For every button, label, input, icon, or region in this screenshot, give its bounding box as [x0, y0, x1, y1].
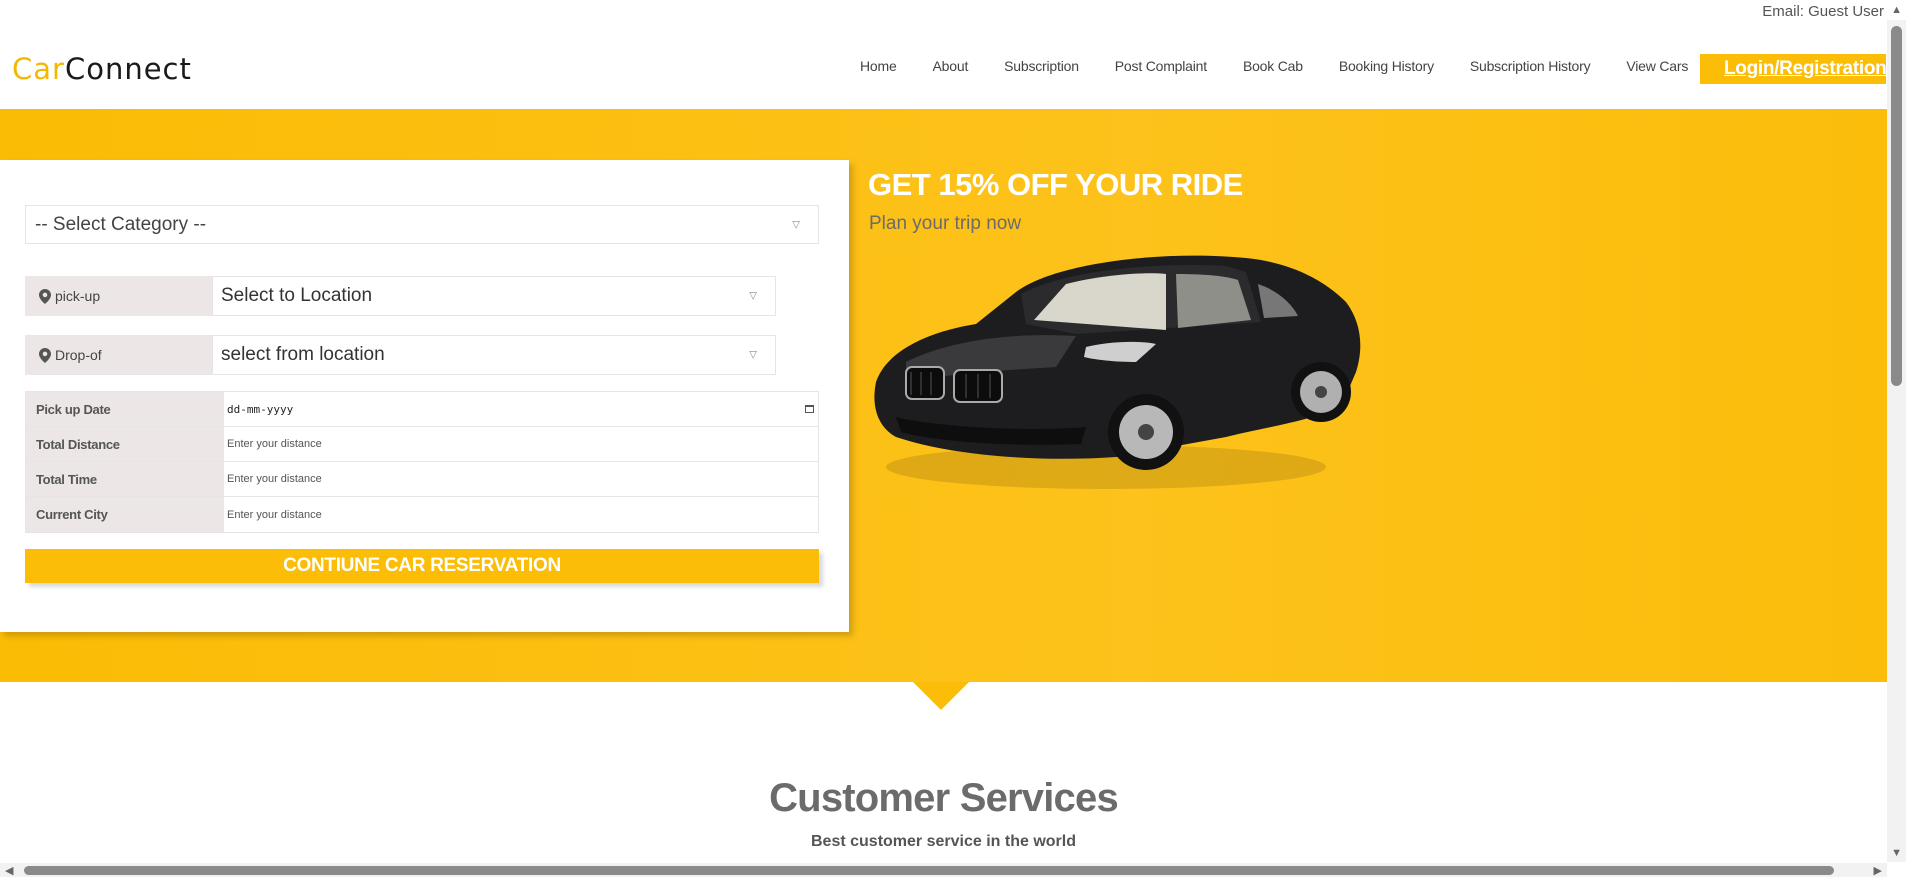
scroll-left-arrow-icon[interactable]: ◀ [5, 864, 13, 877]
map-pin-icon [39, 347, 51, 363]
dropoff-label: Drop-of [25, 335, 212, 375]
dropoff-label-text: Drop-of [55, 347, 102, 363]
continue-reservation-button[interactable]: CONTIUNE CAR RESERVATION [25, 549, 819, 583]
pickup-date-placeholder: dd-mm-yyyy [227, 402, 294, 416]
pickup-date-row: Pick up Date dd-mm-yyyy [26, 392, 818, 427]
trip-details-table: Pick up Date dd-mm-yyyy Total Distance E… [25, 391, 819, 533]
category-select[interactable]: -- Select Category -- ▽ [25, 205, 819, 244]
current-city-input[interactable]: Enter your distance [224, 497, 818, 532]
map-pin-icon [39, 288, 51, 304]
horizontal-scroll-thumb[interactable] [24, 866, 1834, 875]
main-nav: Home About Subscription Post Complaint B… [860, 58, 1724, 74]
hero-arrow-decoration [913, 682, 969, 710]
total-distance-input[interactable]: Enter your distance [224, 427, 818, 461]
page: Email: Guest User CarConnect Home About … [0, 0, 1906, 877]
current-city-row: Current City Enter your distance [26, 497, 818, 532]
chevron-down-icon: ▽ [792, 219, 800, 230]
nav-book-cab[interactable]: Book Cab [1243, 58, 1303, 74]
chevron-down-icon: ▽ [749, 349, 757, 361]
customer-services-title: Customer Services [769, 776, 1119, 820]
chevron-down-icon: ▽ [749, 290, 757, 302]
horizontal-scrollbar[interactable]: ◀ ▶ [0, 863, 1887, 877]
scroll-up-arrow-icon[interactable]: ▲ [1891, 4, 1902, 16]
vertical-scrollbar[interactable] [1887, 20, 1906, 862]
scroll-down-arrow-icon[interactable]: ▼ [1891, 847, 1902, 859]
vertical-scroll-thumb[interactable] [1891, 26, 1902, 386]
login-registration-button[interactable]: Login/Registration [1700, 54, 1886, 84]
nav-subscription-history[interactable]: Subscription History [1470, 58, 1591, 74]
promo-title: GET 15% OFF YOUR RIDE [868, 167, 1243, 202]
customer-services-subtitle: Best customer service in the world [811, 833, 1076, 850]
reservation-form: -- Select Category -- ▽ pick-up Select t… [0, 160, 849, 632]
pickup-location-value: Select to Location [221, 285, 373, 306]
nav-view-cars[interactable]: View Cars [1626, 58, 1688, 74]
dropoff-row: Drop-of select from location ▽ [25, 335, 776, 375]
car-image [874, 255, 1361, 489]
nav-booking-history[interactable]: Booking History [1339, 58, 1434, 74]
current-city-label: Current City [26, 497, 224, 532]
pickup-date-label: Pick up Date [26, 392, 224, 426]
pickup-location-select[interactable]: Select to Location ▽ [212, 276, 776, 316]
user-email-label: Email: Guest User [1762, 3, 1884, 20]
logo[interactable]: CarConnect [12, 52, 192, 86]
pickup-row: pick-up Select to Location ▽ [25, 276, 776, 316]
nav-subscription[interactable]: Subscription [1004, 58, 1079, 74]
total-time-label: Total Time [26, 462, 224, 496]
nav-home[interactable]: Home [860, 58, 897, 74]
calendar-icon[interactable] [805, 405, 814, 413]
pickup-date-input[interactable]: dd-mm-yyyy [224, 392, 818, 426]
total-time-placeholder: Enter your distance [227, 473, 322, 485]
total-distance-placeholder: Enter your distance [227, 438, 322, 450]
total-time-row: Total Time Enter your distance [26, 462, 818, 497]
total-time-input[interactable]: Enter your distance [224, 462, 818, 496]
total-distance-row: Total Distance Enter your distance [26, 427, 818, 462]
scroll-right-arrow-icon[interactable]: ▶ [1874, 864, 1882, 877]
current-city-placeholder: Enter your distance [227, 508, 322, 521]
pickup-label: pick-up [25, 276, 212, 316]
logo-connect: Connect [64, 52, 192, 86]
dropoff-location-select[interactable]: select from location ▽ [212, 335, 776, 375]
total-distance-label: Total Distance [26, 427, 224, 461]
nav-about[interactable]: About [933, 58, 969, 74]
user-email: Email: Guest User [1762, 3, 1884, 20]
category-select-value: -- Select Category -- [35, 213, 207, 235]
nav-post-complaint[interactable]: Post Complaint [1115, 58, 1207, 74]
dropoff-location-value: select from location [221, 344, 385, 365]
logo-car: Car [12, 52, 65, 86]
pickup-label-text: pick-up [55, 288, 101, 304]
